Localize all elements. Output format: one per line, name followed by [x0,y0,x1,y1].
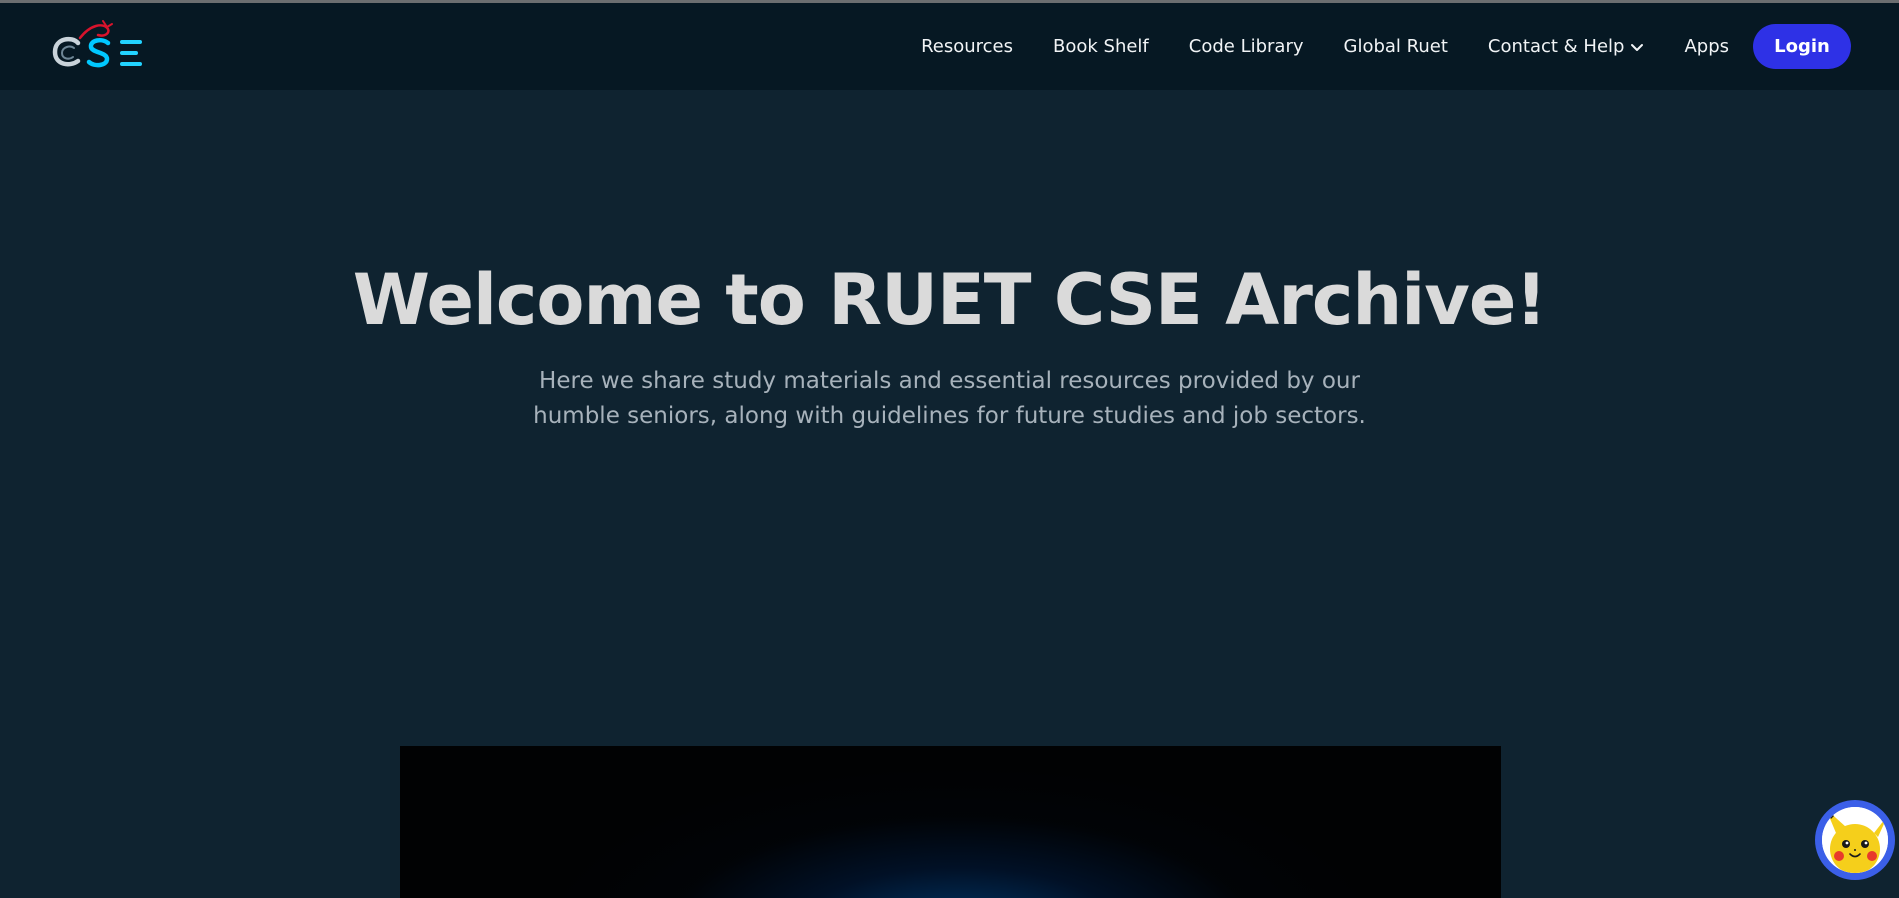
chevron-down-icon [1631,43,1644,51]
nav-book-shelf[interactable]: Book Shelf [1053,36,1149,57]
navbar: Resources Book Shelf Code Library Global… [0,3,1899,90]
cse-logo[interactable] [48,17,152,73]
nav-code-library-label: Code Library [1188,36,1304,57]
nav-apps-label: Apps [1684,36,1729,57]
hero-section: Welcome to RUET CSE Archive! Here we sha… [0,250,1899,434]
login-button[interactable]: Login [1753,24,1851,69]
nav-apps[interactable]: Apps [1684,36,1729,57]
nav-resources[interactable]: Resources [921,36,1013,57]
hero-video[interactable] [400,746,1501,898]
nav-book-shelf-label: Book Shelf [1053,36,1149,57]
pikachu-avatar-icon [1822,807,1888,873]
chat-widget-button[interactable] [1815,800,1895,880]
nav-contact-help[interactable]: Contact & Help [1488,36,1645,57]
nav-global-ruet[interactable]: Global Ruet [1344,36,1448,57]
main-nav: Resources Book Shelf Code Library Global… [921,3,1899,90]
hero-title: Welcome to RUET CSE Archive! [352,259,1547,341]
hero-subtitle: Here we share study materials and essent… [533,368,1366,429]
nav-global-ruet-label: Global Ruet [1343,36,1448,57]
video-glow [400,746,1501,898]
nav-resources-label: Resources [921,36,1013,57]
nav-code-library[interactable]: Code Library [1189,36,1304,57]
cse-logo-icon [52,20,142,68]
nav-contact-help-label: Contact & Help [1487,36,1625,57]
